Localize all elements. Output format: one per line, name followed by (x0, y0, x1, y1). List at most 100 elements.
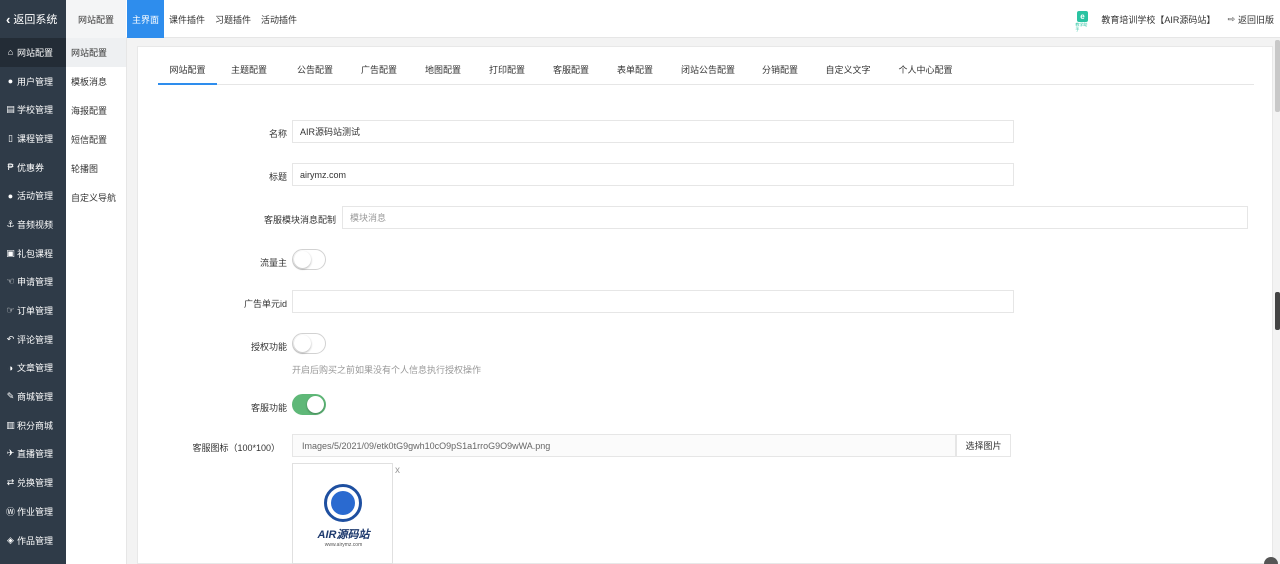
school-name[interactable]: 教育培训学校【AIR源码站】 (1101, 13, 1215, 26)
choose-image-button[interactable]: 选择图片 (956, 434, 1011, 457)
kefu-msg-input[interactable]: 模块消息 (342, 206, 1248, 229)
sidebar-item-9[interactable]: ☞ 订单管理 (0, 296, 66, 325)
name-input[interactable]: AIR源码站测试 (292, 120, 1014, 143)
ad-unit-input[interactable] (292, 290, 1014, 313)
top-site-config-tab[interactable]: 网站配置 (66, 0, 126, 38)
auth-hint: 开启后购买之前如果没有个人信息执行授权操作 (292, 365, 482, 375)
kefu-icon-path-input[interactable]: Images/5/2021/09/etk0tG9gwh10cO9pS1a1rro… (292, 434, 956, 457)
switch-knob (294, 251, 311, 268)
tab-ad[interactable]: 广告配置 (354, 57, 404, 85)
sidebar-item-10[interactable]: ↶ 评论管理 (0, 325, 66, 354)
remove-image-icon[interactable]: x (395, 465, 400, 476)
top-bar: ‹ 返回系统 网站配置 主界面 课件插件 习题插件 活动插件 e 教学助手 教育… (0, 0, 1280, 38)
sidebar-item-label: 商城管理 (17, 392, 54, 403)
cart-icon: ▯ (8, 132, 13, 143)
auth-switch[interactable] (292, 333, 326, 354)
sidebar-item-3[interactable]: ▯ 课程管理 (0, 124, 66, 153)
hand-icon: ☜ (6, 276, 15, 287)
sidebar-item-4[interactable]: ₱ 优惠券 (0, 153, 66, 182)
top-menu-courseware[interactable]: 课件插件 (164, 0, 210, 38)
subnav-item-poster[interactable]: 海报配置 (66, 96, 126, 125)
tab-custom-text[interactable]: 自定义文字 (818, 57, 878, 85)
kefu-msg-label: 客服模块消息配制 (263, 215, 336, 225)
page-scrollbar[interactable] (1275, 40, 1280, 112)
sidebar-item-label: 学校管理 (17, 105, 54, 116)
sidebar-item-13[interactable]: ▥ 积分商城 (0, 411, 66, 440)
top-menu-activity[interactable]: 活动插件 (256, 0, 302, 38)
traffic-switch[interactable] (292, 249, 326, 270)
tab-notice[interactable]: 公告配置 (290, 57, 340, 85)
ad-unit-label: 广告单元id (243, 299, 287, 309)
top-right-area: e 教学助手 教育培训学校【AIR源码站】 ⇨ 返回旧版 (1075, 0, 1274, 38)
sidebar-item-14[interactable]: ✈ 直播管理 (0, 440, 66, 469)
name-label: 名称 (268, 129, 287, 139)
school-logo: e 教学助手 (1075, 11, 1089, 32)
plane-icon: ✈ (6, 448, 15, 459)
back-to-system-button[interactable]: ‹ 返回系统 (0, 0, 66, 38)
side-handle[interactable] (1275, 292, 1280, 330)
tab-theme[interactable]: 主题配置 (224, 57, 274, 85)
traffic-label: 流量主 (259, 258, 287, 268)
sidebar-item-15[interactable]: ⇄ 兑换管理 (0, 468, 66, 497)
tab-print[interactable]: 打印配置 (482, 57, 532, 85)
thumb-icon: ☞ (6, 305, 15, 316)
sidebar-item-6[interactable]: ⚓ 音频视频 (0, 210, 66, 239)
user-icon: ● (7, 76, 14, 87)
scroll-to-top-button[interactable] (1264, 557, 1278, 564)
sidebar-item-label: 活动管理 (17, 191, 54, 202)
sidebar-item-16[interactable]: Ⓦ 作业管理 (0, 497, 66, 526)
switch-knob (294, 335, 311, 352)
school-icon: ▤ (6, 104, 15, 115)
sidebar-item-2[interactable]: ▤ 学校管理 (0, 95, 66, 124)
sidebar-item-0[interactable]: ⌂ 网站配置 (0, 38, 66, 67)
sidebar-item-label: 订单管理 (17, 306, 54, 317)
sidebar-item-label: 评论管理 (17, 334, 54, 345)
subnav-item-carousel[interactable]: 轮播图 (66, 154, 126, 183)
kefu-switch[interactable] (292, 394, 326, 415)
top-menu-exercise[interactable]: 习题插件 (210, 0, 256, 38)
chevron-left-icon: ‹ (6, 11, 11, 27)
auth-label: 授权功能 (250, 342, 287, 352)
tab-close-notice[interactable]: 闭站公告配置 (678, 57, 738, 85)
tab-personal-center[interactable]: 个人中心配置 (893, 57, 958, 85)
sidebar-item-17[interactable]: ◈ 作品管理 (0, 526, 66, 555)
switch-knob (307, 396, 324, 413)
sidebar-item-1[interactable]: ● 用户管理 (0, 67, 66, 96)
tab-site-config[interactable]: 网站配置 (158, 57, 217, 85)
subnav-item-template-msg[interactable]: 模板消息 (66, 67, 126, 96)
sidebar-item-12[interactable]: ✎ 商城管理 (0, 382, 66, 411)
wordpress-icon: Ⓦ (5, 506, 15, 517)
sidebar-item-label: 礼包课程 (17, 248, 54, 259)
sidebar-item-8[interactable]: ☜ 申请管理 (0, 268, 66, 297)
sidebar-item-label: 作业管理 (17, 506, 54, 517)
tab-map[interactable]: 地图配置 (418, 57, 468, 85)
sidebar-item-7[interactable]: ▣ 礼包课程 (0, 239, 66, 268)
sidebar-item-label: 网站配置 (17, 47, 54, 58)
sidebar-item-5[interactable]: ● 活动管理 (0, 181, 66, 210)
air-logo-text: AIR源码站 (317, 529, 370, 541)
main-panel: 网站配置 主题配置 公告配置 广告配置 地图配置 打印配置 客服配置 表单配置 … (137, 46, 1273, 564)
sidebar-item-label: 申请管理 (17, 277, 54, 288)
wand-icon: ✎ (6, 391, 15, 402)
gift-icon: ▣ (6, 247, 15, 258)
subnav-item-site-config[interactable]: 网站配置 (66, 38, 126, 67)
config-tabs: 网站配置 主题配置 公告配置 广告配置 地图配置 打印配置 客服配置 表单配置 … (158, 57, 1254, 85)
top-menu: 主界面 课件插件 习题插件 活动插件 (127, 0, 302, 38)
sidebar-item-label: 优惠券 (17, 162, 45, 173)
kefu-icon-label: 客服图标（100*100） (192, 443, 280, 453)
book-icon: ▥ (6, 419, 15, 430)
title-input[interactable]: airymz.com (292, 163, 1014, 186)
reply-icon: ↶ (6, 333, 15, 344)
subnav-item-custom-nav[interactable]: 自定义导航 (66, 183, 126, 212)
return-old-label: 返回旧版 (1237, 14, 1274, 25)
top-menu-main[interactable]: 主界面 (127, 0, 165, 38)
tab-kefu[interactable]: 客服配置 (546, 57, 596, 85)
tab-distribution[interactable]: 分销配置 (755, 57, 805, 85)
sidebar-item-label: 用户管理 (17, 76, 54, 87)
sidebar-item-11[interactable]: ◑ 文章管理 (0, 354, 66, 383)
main-sidebar: ⌂ 网站配置 ● 用户管理 ▤ 学校管理 ▯ 课程管理 ₱ 优惠券 ● 活动管理 ⚓ 音频视频 ▣ 礼包课程 ☜… (0, 38, 66, 564)
air-logo-url: www.airymz.com (324, 542, 363, 548)
subnav-item-sms[interactable]: 短信配置 (66, 125, 126, 154)
tab-form[interactable]: 表单配置 (610, 57, 660, 85)
return-old-version-link[interactable]: ⇨ 返回旧版 (1227, 13, 1274, 26)
